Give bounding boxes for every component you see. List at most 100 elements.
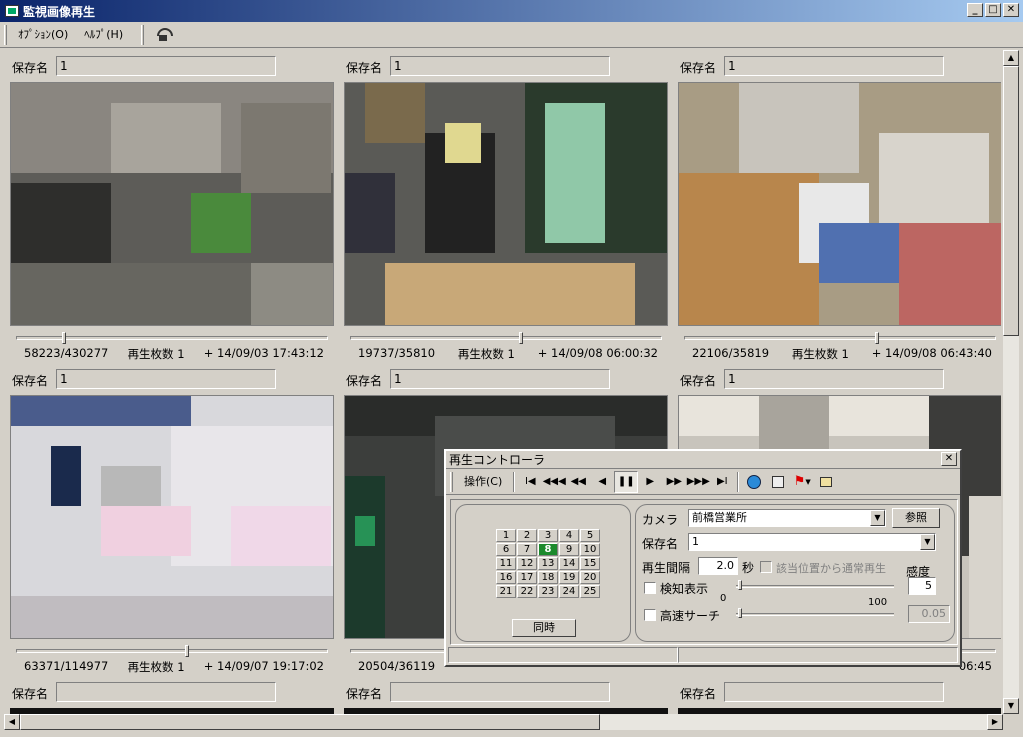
camera-select[interactable]: 前橋営業所 ▼	[688, 509, 886, 527]
skip-end-icon[interactable]: ▶I	[710, 471, 734, 493]
camera-number-button[interactable]: 16	[496, 571, 516, 584]
save-name-box: 1	[390, 56, 610, 76]
camera-number-button[interactable]: 23	[538, 585, 558, 598]
timeline-track[interactable]	[16, 649, 328, 653]
search-value-input[interactable]: 0.05	[908, 605, 950, 623]
save-name-select[interactable]: 1 ▼	[688, 533, 936, 551]
camera-number-button[interactable]: 17	[517, 571, 537, 584]
sync-button[interactable]: 同時	[512, 619, 576, 637]
pause-icon[interactable]: ❚❚	[614, 470, 639, 493]
hscroll-thumb[interactable]	[20, 714, 600, 730]
camera-number-button[interactable]: 25	[580, 585, 600, 598]
monitor-icon	[5, 5, 19, 17]
camera-number-button[interactable]: 8	[538, 543, 558, 556]
step-back-icon[interactable]: ◀	[590, 471, 614, 493]
camera-number-button[interactable]: 11	[496, 557, 516, 570]
scroll-right-button[interactable]: ▶	[987, 714, 1003, 730]
detect-checkbox[interactable]	[644, 582, 656, 594]
rewind-icon[interactable]: ◀◀	[566, 471, 590, 493]
timeline-thumb[interactable]	[62, 332, 67, 344]
camera-number-button[interactable]: 24	[559, 585, 579, 598]
camera-number-button[interactable]: 7	[517, 543, 537, 556]
frame-info: 63371/114977 再生枚数 1 + 14/09/07 19:17:02	[24, 659, 324, 675]
search-slider-track[interactable]	[736, 613, 894, 616]
camera-number-button[interactable]: 3	[538, 529, 558, 542]
detect-slider-track[interactable]	[736, 585, 894, 588]
playback-settings-panel: カメラ 前橋営業所 ▼ 参照 保存名 1 ▼ 再生間隔 2.0 秒 該当位置から通常…	[635, 504, 955, 642]
detect-value-input[interactable]: 5	[908, 577, 936, 595]
toolbar-separator	[513, 471, 516, 492]
chevron-down-icon[interactable]: ▼	[920, 534, 935, 550]
fast-search-checkbox[interactable]	[644, 609, 656, 621]
toolbar-grip[interactable]	[4, 24, 7, 45]
play-icon[interactable]: ▶	[638, 471, 662, 493]
skip-forward-icon[interactable]: ▶▶▶	[686, 471, 710, 493]
export-icon[interactable]	[814, 471, 838, 493]
search-slider-thumb[interactable]	[738, 608, 742, 618]
camera-number-button[interactable]: 20	[580, 571, 600, 584]
menu-help[interactable]: ﾍﾙﾌﾟ(H)	[76, 25, 131, 45]
detect-slider-thumb[interactable]	[738, 580, 742, 590]
skip-start-icon[interactable]: I◀	[518, 471, 542, 493]
camera-video[interactable]	[678, 82, 1001, 326]
save-name-box: 1	[724, 369, 944, 389]
timeline-thumb[interactable]	[874, 332, 879, 344]
scroll-down-button[interactable]: ▼	[1003, 698, 1019, 714]
camera-number-button[interactable]: 12	[517, 557, 537, 570]
controller-title[interactable]: 再生コントローラ ✕	[446, 451, 960, 469]
fast-rewind-icon[interactable]: ◀◀◀	[542, 471, 566, 493]
controller-close-button[interactable]: ✕	[941, 452, 957, 466]
camera-video[interactable]	[10, 395, 334, 639]
camera-select-value: 前橋営業所	[692, 511, 747, 524]
camera-number-button[interactable]: 6	[496, 543, 516, 556]
timeline-thumb[interactable]	[185, 645, 190, 657]
globe-icon[interactable]	[742, 471, 766, 493]
operation-menu[interactable]: 操作(C)	[456, 472, 510, 492]
close-button[interactable]: ✕	[1003, 3, 1019, 17]
save-name-box: 1	[390, 369, 610, 389]
interval-input[interactable]: 2.0	[698, 557, 738, 575]
camera-number-button[interactable]: 18	[538, 571, 558, 584]
camera-video[interactable]	[10, 82, 334, 326]
camera-number-button[interactable]: 5	[580, 529, 600, 542]
camera-number-button[interactable]: 22	[517, 585, 537, 598]
maximize-button[interactable]: □	[985, 3, 1001, 17]
camera-video[interactable]	[344, 82, 668, 326]
camera-number-button[interactable]: 21	[496, 585, 516, 598]
toolbar-separator-2	[737, 471, 740, 492]
camera-number-button[interactable]: 1	[496, 529, 516, 542]
save-icon[interactable]	[766, 471, 790, 493]
phone-icon[interactable]	[155, 27, 174, 43]
title-bar: 監視画像再生 _ □ ✕	[0, 0, 1023, 22]
playback-count: 再生枚数 1	[457, 347, 515, 361]
scroll-thumb[interactable]	[1003, 66, 1019, 336]
browse-button[interactable]: 参照	[892, 508, 940, 528]
camera-number-button[interactable]: 19	[559, 571, 579, 584]
save-name-box	[56, 682, 276, 702]
camera-number-button[interactable]: 14	[559, 557, 579, 570]
frame-counter: 22106/35819	[692, 346, 770, 360]
horizontal-scrollbar[interactable]: ◀ ▶	[4, 714, 1003, 730]
frame-counter: 19737/35810	[358, 346, 436, 360]
camera-number-button[interactable]: 4	[559, 529, 579, 542]
fast-forward-icon[interactable]: ▶▶	[662, 471, 686, 493]
menu-option[interactable]: ｵﾌﾟｼｮﾝ(O)	[10, 25, 76, 45]
scroll-left-button[interactable]: ◀	[4, 714, 20, 730]
timeline-thumb[interactable]	[519, 332, 524, 344]
camera-number-button[interactable]: 2	[517, 529, 537, 542]
normal-play-checkbox[interactable]	[760, 561, 772, 573]
camera-number-button[interactable]: 13	[538, 557, 558, 570]
timeline-track[interactable]	[684, 336, 996, 340]
save-name-box	[724, 682, 944, 702]
camera-number-button[interactable]: 10	[580, 543, 600, 556]
minimize-button[interactable]: _	[967, 3, 983, 17]
camera-number-button[interactable]: 9	[559, 543, 579, 556]
flag-icon[interactable]: ⚑ ▼	[790, 471, 814, 493]
camera-number-button[interactable]: 15	[580, 557, 600, 570]
vertical-scrollbar[interactable]: ▲ ▼	[1003, 50, 1019, 714]
chevron-down-icon[interactable]: ▼	[870, 510, 885, 526]
normal-play-label: 該当位置から通常再生	[776, 562, 886, 575]
timeline-track[interactable]	[350, 336, 662, 340]
scroll-up-button[interactable]: ▲	[1003, 50, 1019, 66]
camera-cell: 保存名	[672, 676, 1001, 714]
